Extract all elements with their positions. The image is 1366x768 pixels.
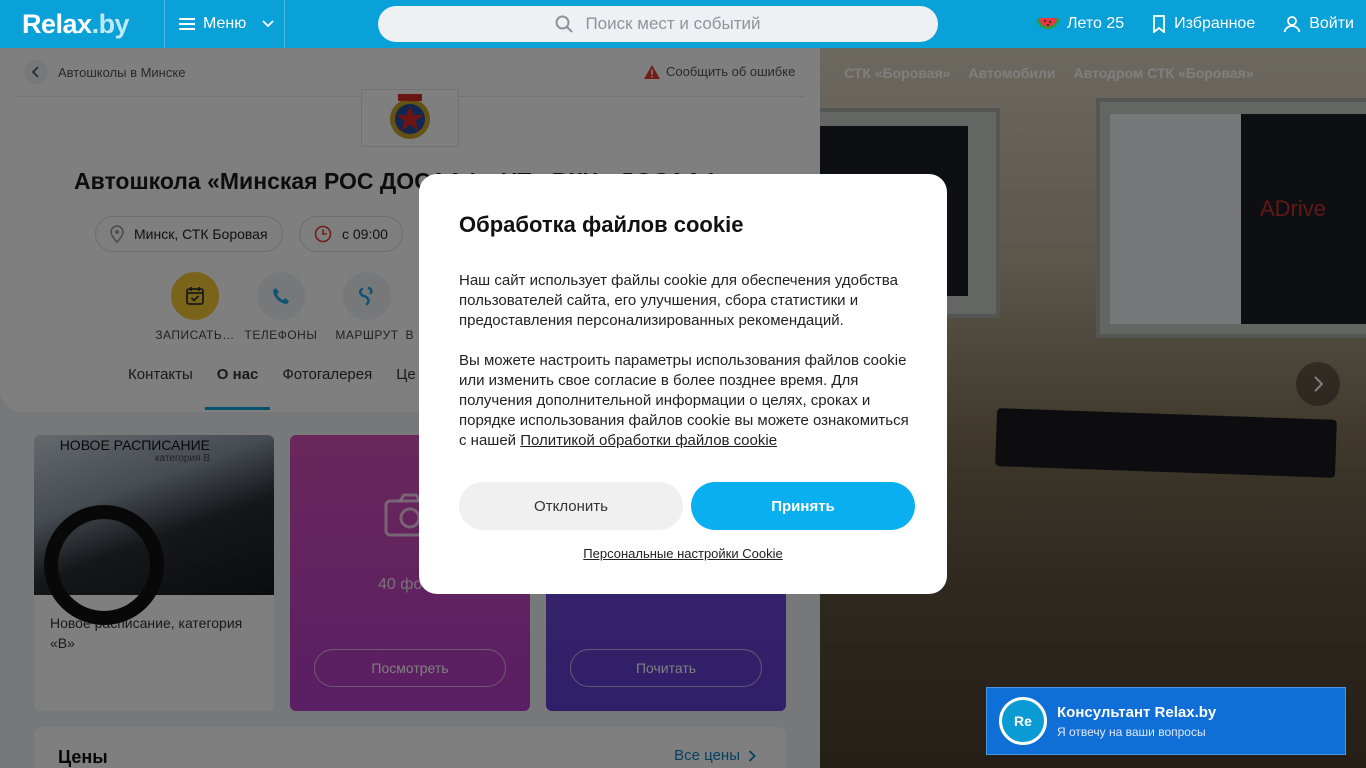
bookmark-icon bbox=[1153, 15, 1166, 33]
accept-button[interactable]: Принять bbox=[691, 482, 915, 530]
hamburger-icon bbox=[179, 18, 195, 30]
favorites-label: Избранное bbox=[1174, 15, 1256, 32]
cookie-modal-title: Обработка файлов cookie bbox=[459, 212, 744, 237]
consultant-avatar: Re bbox=[999, 697, 1047, 745]
watermelon-icon bbox=[1036, 17, 1059, 30]
search-icon bbox=[555, 15, 574, 33]
site-logo[interactable]: Relax.by bbox=[22, 9, 130, 40]
decline-button[interactable]: Отклонить bbox=[459, 482, 683, 530]
cookie-modal: Обработка файлов cookie Наш сайт использ… bbox=[419, 174, 947, 594]
cookie-paragraph-2: Вы можете настроить параметры использова… bbox=[459, 351, 919, 451]
cookie-policy-link[interactable]: Политикой обработки файлов cookie bbox=[520, 432, 777, 449]
user-icon bbox=[1283, 16, 1301, 33]
search-placeholder: Поиск мест и событий bbox=[585, 14, 761, 33]
favorites-link[interactable]: Избранное bbox=[1152, 15, 1255, 33]
login-label: Войти bbox=[1309, 15, 1354, 32]
menu-button[interactable]: Меню bbox=[164, 0, 285, 48]
search-input[interactable]: Поиск мест и событий bbox=[378, 6, 938, 42]
summer-label: Лето 25 bbox=[1066, 15, 1125, 32]
consultant-title: Консультант Relax.by bbox=[1057, 703, 1217, 721]
summer-link[interactable]: Лето 25 bbox=[1036, 15, 1125, 33]
menu-label: Меню bbox=[203, 15, 247, 32]
consultant-subtitle: Я отвечу на ваши вопросы bbox=[1057, 724, 1206, 739]
personal-cookie-settings-link[interactable]: Персональные настройки Cookie bbox=[419, 546, 947, 561]
login-link[interactable]: Войти bbox=[1283, 15, 1354, 33]
chevron-down-icon bbox=[262, 20, 274, 28]
cookie-paragraph-1: Наш сайт использует файлы cookie для обе… bbox=[459, 272, 898, 329]
top-header: Relax.by Меню Поиск мест и событий Лето … bbox=[0, 0, 1366, 48]
consultant-widget[interactable]: Re Консультант Relax.by Я отвечу на ваши… bbox=[986, 687, 1346, 755]
